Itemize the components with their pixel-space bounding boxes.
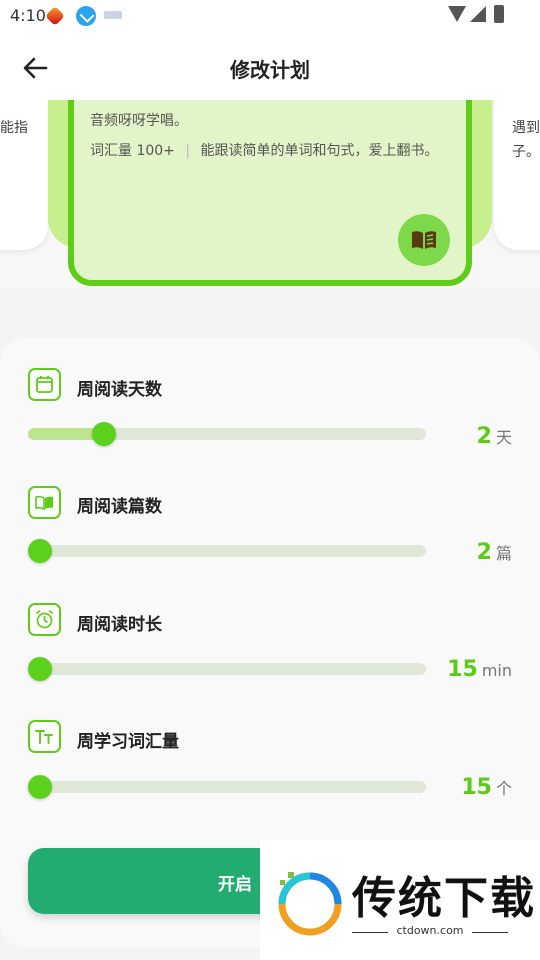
book-button[interactable] [398,214,450,266]
articles-per-week-value: 2篇 [477,540,512,565]
reading-time-label: 周阅读时长 [77,615,162,635]
app-badge-icon [104,11,122,19]
battery-icon [494,5,504,23]
open-book-icon [412,231,436,249]
open-book-icon [28,486,61,519]
value-number: 15 [461,775,492,800]
card-description: 能跟读简单的单词和句式，爱上翻书。 [200,143,439,159]
carousel-card-current[interactable]: 音频呀呀学唱。 词汇量 100+ | 能跟读简单的单词和句式，爱上翻书。 [68,100,472,286]
slider-thumb[interactable] [28,657,52,681]
vocab-tag: 词汇量 100+ [90,143,175,159]
slider-thumb[interactable] [92,422,116,446]
card-description-line: 音频呀呀学唱。 [90,113,188,129]
next-card-text: 遇到子。 [512,120,540,160]
slider-thumb[interactable] [28,539,52,563]
reading-time-value: 15 min [447,657,512,682]
start-button-label: 开启 [218,875,252,895]
page-title: 修改计划 [230,58,310,82]
weekly-vocab-value: 15 个 [461,775,512,800]
card-vocab-line: 词汇量 100+ | 能跟读简单的单词和句式，爱上翻书。 [90,140,439,160]
weekly-vocab-slider[interactable] [28,775,426,799]
divider: | [185,143,191,159]
articles-per-week-label: 周阅读篇数 [77,497,162,517]
articles-per-week-slider[interactable] [28,539,426,563]
value-unit: min [481,661,512,680]
alarm-clock-icon [28,603,61,636]
value-number: 15 [447,657,478,682]
value-number: 2 [476,540,492,565]
calendar-icon [28,368,61,401]
text-size-icon [28,720,61,753]
value-unit: 篇 [495,544,512,563]
value-unit: 个 [495,779,512,798]
reading-time-slider[interactable] [28,657,426,681]
wifi-icon [448,6,466,22]
download-notification-icon [76,6,96,26]
weekly-vocab-label: 周学习词汇量 [77,732,179,752]
app-header: 修改计划 [0,36,540,100]
days-per-week-value: 2天 [477,424,512,449]
value-number: 2 [476,424,492,449]
level-carousel[interactable]: 能指 遇到子。 音频呀呀学唱。 词汇量 100+ | 能跟读简单的单词和句式，爱… [0,100,540,288]
watermark-title: 传统下载 [352,873,536,924]
days-per-week-label: 周阅读天数 [77,380,162,400]
watermark-logo-icon [278,872,342,936]
days-per-week-slider[interactable] [28,422,426,446]
carousel-card-next[interactable]: 遇到子。 [494,100,540,250]
status-bar: 4:10 [0,0,540,32]
slider-thumb[interactable] [28,775,52,799]
app-notification-icon [45,6,65,26]
status-time: 4:10 [10,6,46,25]
carousel-card-previous[interactable]: 能指 [0,100,48,250]
value-unit: 天 [495,428,512,447]
previous-card-text: 能指 [0,120,28,136]
watermark: 传统下载 ctdown.com [260,840,540,960]
signal-icon [470,6,486,22]
watermark-subtitle: ctdown.com [396,924,464,937]
